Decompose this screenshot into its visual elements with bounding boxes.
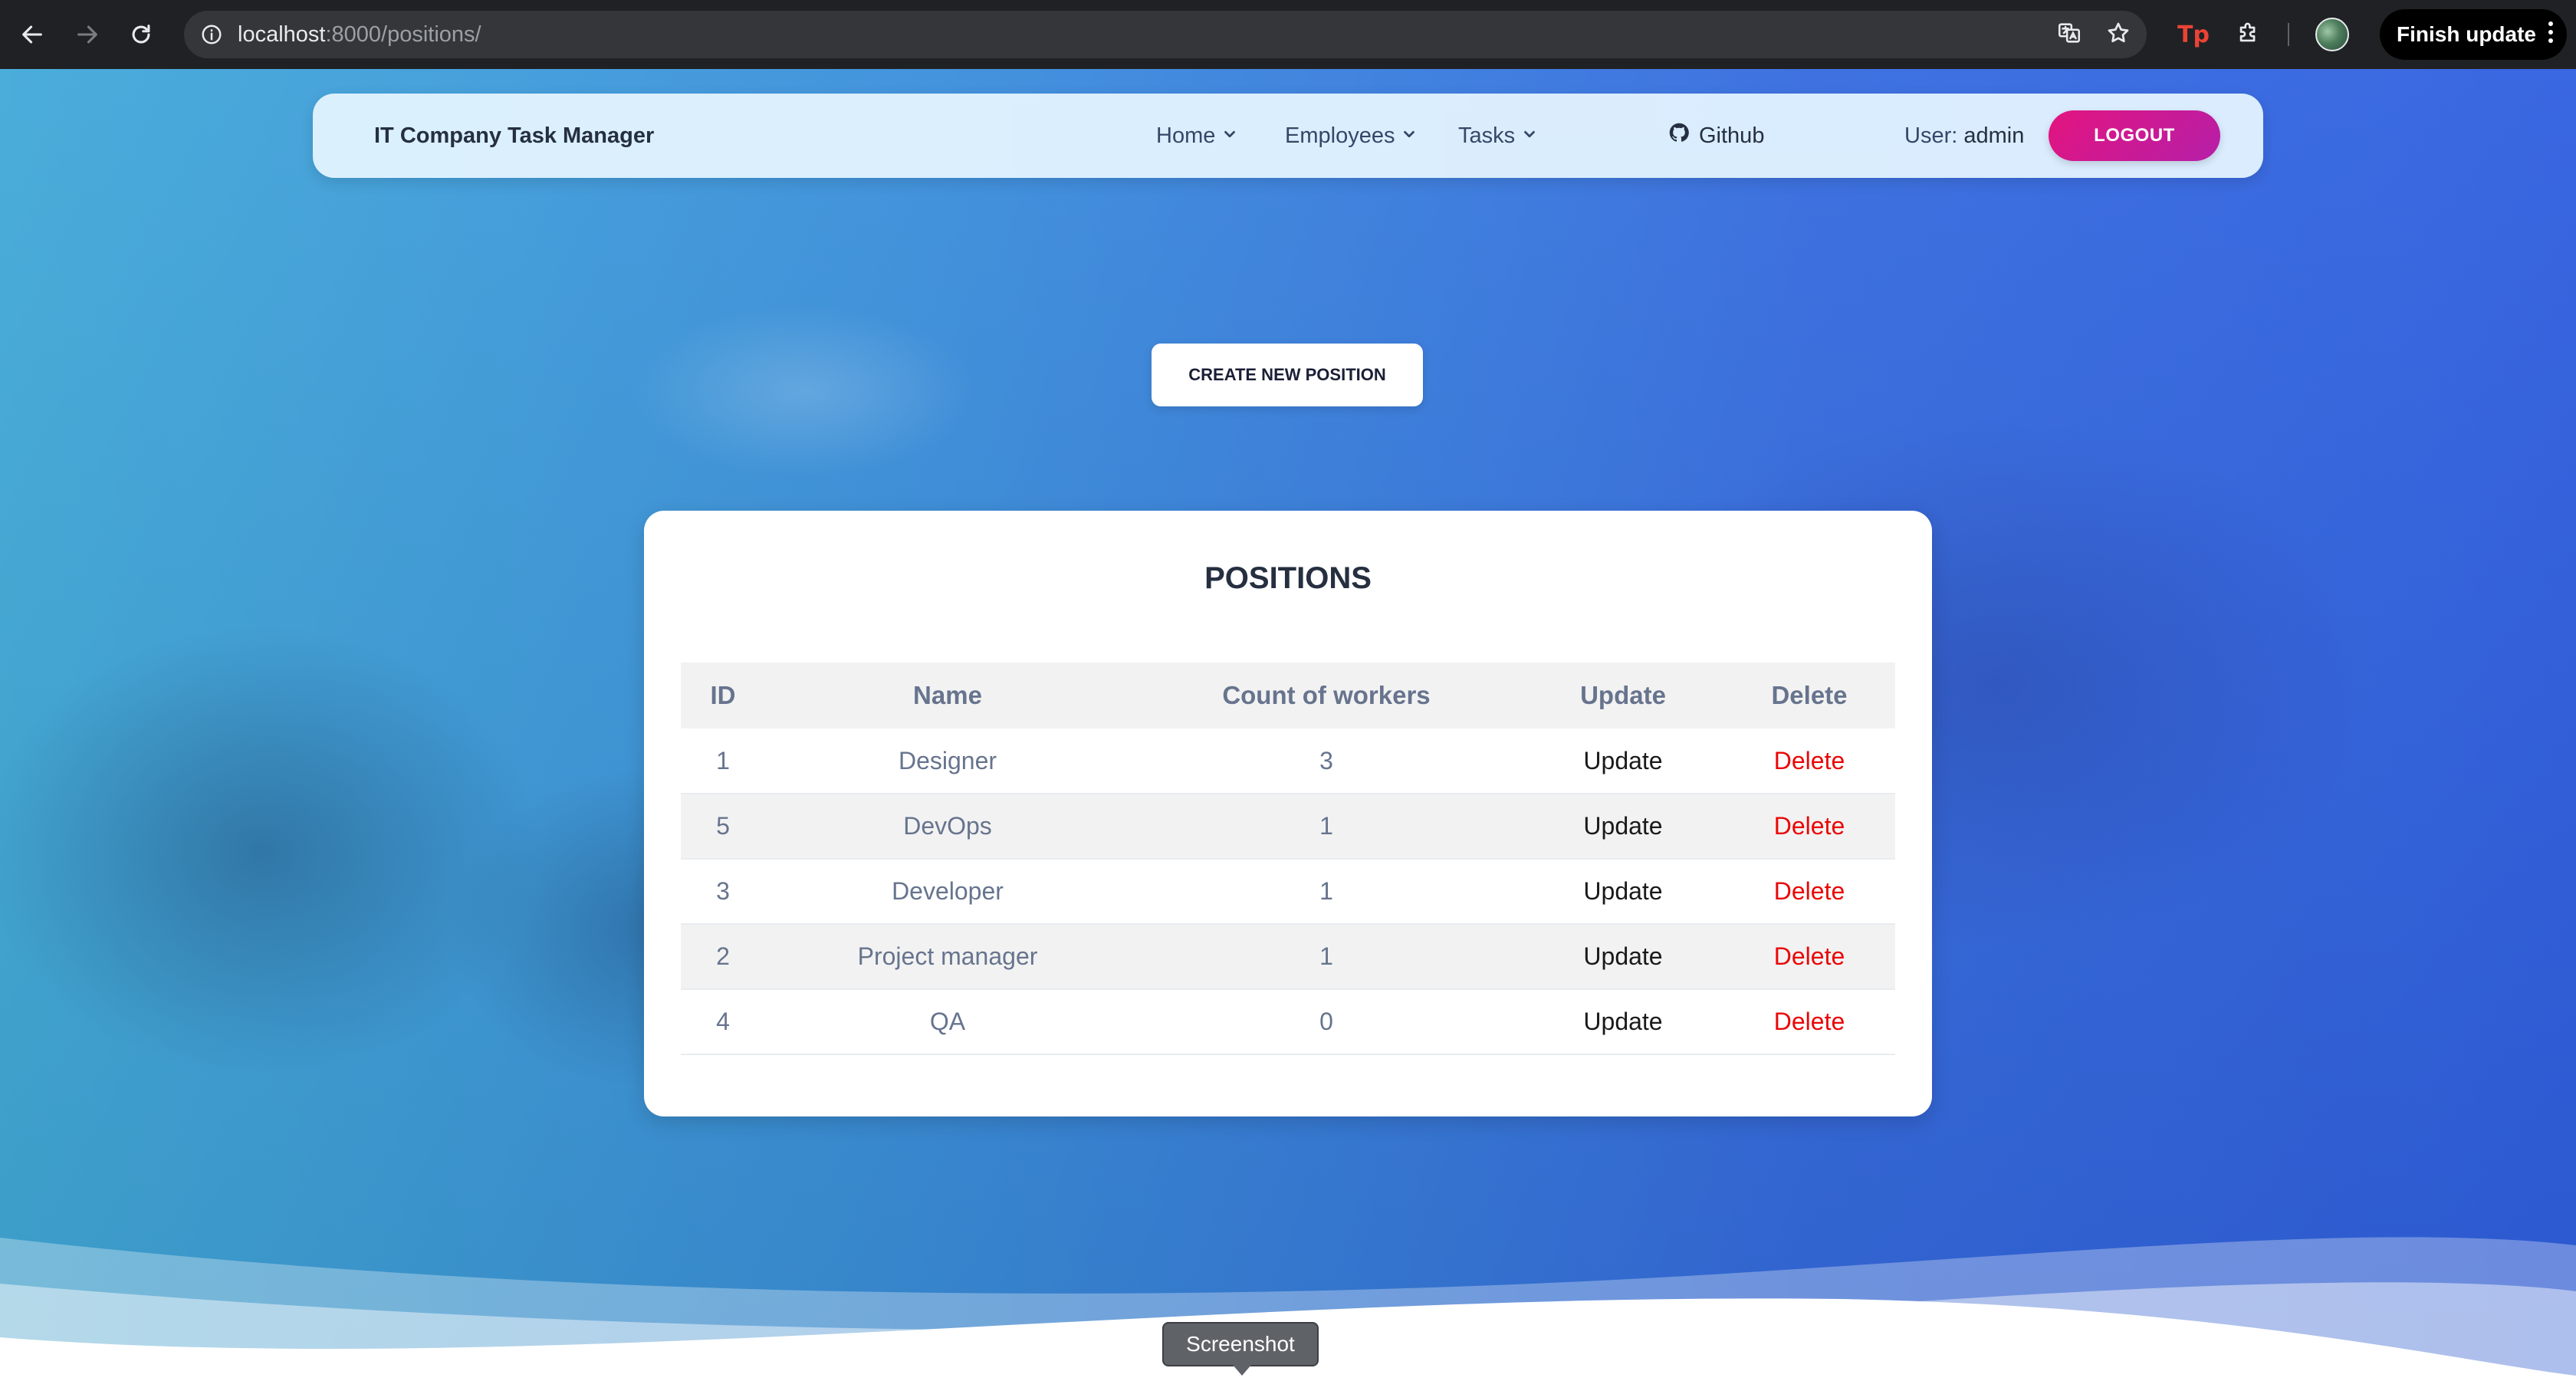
cell-delete: Delete: [1723, 924, 1895, 990]
forward-icon[interactable]: [64, 12, 110, 58]
cell-delete: Delete: [1723, 728, 1895, 794]
update-link[interactable]: Update: [1583, 1008, 1662, 1035]
update-link[interactable]: Update: [1583, 877, 1662, 905]
cell-count: 1: [1130, 859, 1523, 925]
username: admin: [1963, 123, 2025, 148]
cell-update: Update: [1523, 794, 1723, 860]
cell-id: 4: [681, 989, 765, 1055]
cell-name: Project manager: [765, 924, 1130, 990]
cell-count: 1: [1130, 924, 1523, 990]
update-link[interactable]: Update: [1583, 942, 1662, 970]
cell-name: Developer: [765, 859, 1130, 925]
update-link[interactable]: Update: [1583, 812, 1662, 840]
extensions-puzzle-icon[interactable]: [2236, 20, 2262, 50]
nav-employees-label: Employees: [1285, 123, 1395, 148]
cell-count: 0: [1130, 989, 1523, 1055]
page-background: IT Company Task Manager Home Employees T…: [0, 69, 2576, 1391]
translate-icon[interactable]: [2056, 20, 2082, 50]
nav-tasks-dropdown[interactable]: Tasks: [1458, 123, 1538, 149]
delete-link[interactable]: Delete: [1774, 942, 1845, 970]
cell-count: 1: [1130, 794, 1523, 860]
github-icon: [1668, 122, 1690, 150]
column-header-name: Name: [765, 663, 1130, 728]
delete-link[interactable]: Delete: [1774, 747, 1845, 774]
cell-update: Update: [1523, 924, 1723, 990]
column-header-update: Update: [1523, 663, 1723, 728]
update-link[interactable]: Update: [1583, 747, 1662, 774]
more-vert-icon[interactable]: [2548, 21, 2553, 43]
cell-update: Update: [1523, 728, 1723, 794]
column-header-id: ID: [681, 663, 765, 728]
brand-link[interactable]: IT Company Task Manager: [374, 123, 654, 149]
chevron-down-icon: [1521, 123, 1538, 149]
finish-update-label: Finish update: [2397, 22, 2536, 46]
browser-toolbar: localhost:8000/positions/ Tp Finish upda…: [0, 0, 2576, 69]
table-row: 5 DevOps 1 Update Delete: [681, 794, 1895, 860]
cell-update: Update: [1523, 859, 1723, 925]
table-header-row: ID Name Count of workers Update Delete: [681, 663, 1895, 728]
extension-tp-icon[interactable]: Tp: [2177, 21, 2210, 48]
column-header-count: Count of workers: [1130, 663, 1523, 728]
cell-delete: Delete: [1723, 989, 1895, 1055]
bookmark-star-icon[interactable]: [2105, 20, 2131, 50]
url-host: localhost: [238, 21, 326, 47]
profile-avatar[interactable]: [2315, 18, 2349, 51]
delete-link[interactable]: Delete: [1774, 812, 1845, 840]
cell-id: 2: [681, 924, 765, 990]
site-info-icon[interactable]: [196, 19, 227, 50]
positions-table: ID Name Count of workers Update Delete 1…: [681, 663, 1895, 1055]
user-prefix: User:: [1904, 123, 1958, 148]
finish-update-button[interactable]: Finish update: [2380, 9, 2567, 60]
reload-icon[interactable]: [118, 12, 164, 58]
column-header-delete: Delete: [1723, 663, 1895, 728]
cell-id: 1: [681, 728, 765, 794]
table-row: 1 Designer 3 Update Delete: [681, 728, 1895, 794]
screenshot-tooltip: Screenshot: [1162, 1322, 1319, 1376]
cell-delete: Delete: [1723, 794, 1895, 860]
cell-id: 3: [681, 859, 765, 925]
back-icon[interactable]: [9, 12, 55, 58]
cell-name: DevOps: [765, 794, 1130, 860]
positions-card: POSITIONS ID Name Count of workers Updat…: [644, 511, 1932, 1116]
cell-name: QA: [765, 989, 1130, 1055]
nav-tasks-label: Tasks: [1458, 123, 1516, 148]
toolbar-divider: [2287, 23, 2289, 46]
logout-button[interactable]: LOGOUT: [2049, 110, 2220, 161]
table-row: 3 Developer 1 Update Delete: [681, 859, 1895, 925]
nav-employees-dropdown[interactable]: Employees: [1285, 123, 1418, 149]
cell-update: Update: [1523, 989, 1723, 1055]
cell-delete: Delete: [1723, 859, 1895, 925]
address-bar[interactable]: localhost:8000/positions/: [184, 11, 2147, 58]
github-link[interactable]: Github: [1668, 122, 1764, 150]
cell-id: 5: [681, 794, 765, 860]
nav-home-dropdown[interactable]: Home: [1156, 123, 1238, 149]
url-text[interactable]: localhost:8000/positions/: [238, 22, 481, 48]
github-label: Github: [1699, 123, 1765, 148]
cell-count: 3: [1130, 728, 1523, 794]
cell-name: Designer: [765, 728, 1130, 794]
url-path: :8000/positions/: [325, 21, 481, 47]
table-row: 4 QA 0 Update Delete: [681, 989, 1895, 1055]
current-user: User: admin: [1904, 123, 2024, 149]
delete-link[interactable]: Delete: [1774, 1008, 1845, 1035]
chevron-down-icon: [1221, 123, 1238, 149]
chevron-down-icon: [1401, 123, 1418, 149]
delete-link[interactable]: Delete: [1774, 877, 1845, 905]
create-new-position-button[interactable]: CREATE NEW POSITION: [1152, 344, 1423, 406]
table-row: 2 Project manager 1 Update Delete: [681, 924, 1895, 990]
top-navbar: IT Company Task Manager Home Employees T…: [313, 94, 2263, 178]
page-title: POSITIONS: [1204, 561, 1372, 595]
nav-home-label: Home: [1156, 123, 1216, 148]
